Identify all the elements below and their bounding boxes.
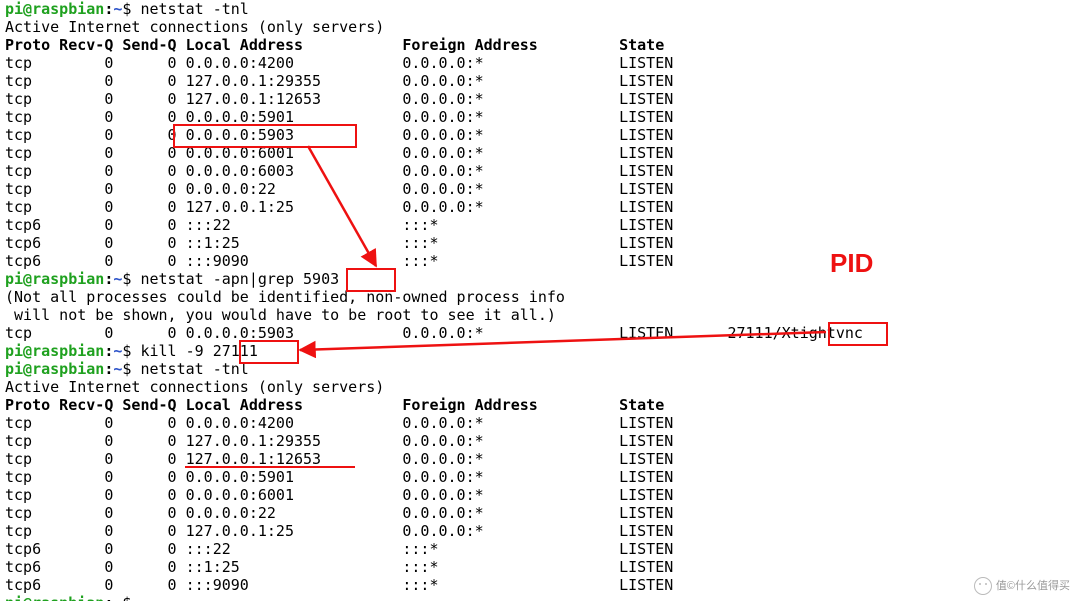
grep-result: tcp 0 0 0.0.0.0:5903 0.0.0.0:* LISTEN 27…	[5, 324, 1075, 342]
list1-r6: tcp 0 0 0.0.0.0:6003 0.0.0.0:* LISTEN	[5, 162, 1075, 180]
watermark-text: 值©什么值得买	[996, 577, 1070, 595]
list2-r1: tcp 0 0 127.0.0.1:29355 0.0.0.0:* LISTEN	[5, 432, 1075, 450]
list1-r4: tcp 0 0 0.0.0.0:5903 0.0.0.0:* LISTEN	[5, 126, 1075, 144]
list2-r7: tcp6 0 0 :::22 :::* LISTEN	[5, 540, 1075, 558]
cmd-netstat-1: netstat -tnl	[140, 0, 248, 18]
prompt-line-4[interactable]: pi@raspbian:~$ netstat -tnl	[5, 360, 1075, 378]
prompt-line-3[interactable]: pi@raspbian:~$ kill -9 27111	[5, 342, 1075, 360]
list1-r5: tcp 0 0 0.0.0.0:6001 0.0.0.0:* LISTEN	[5, 144, 1075, 162]
list1-r1: tcp 0 0 127.0.0.1:29355 0.0.0.0:* LISTEN	[5, 72, 1075, 90]
active-banner-2: Active Internet connections (only server…	[5, 378, 1075, 396]
list2-r2: tcp 0 0 127.0.0.1:12653 0.0.0.0:* LISTEN	[5, 450, 1075, 468]
list1-r10: tcp6 0 0 ::1:25 :::* LISTEN	[5, 234, 1075, 252]
list2-r9: tcp6 0 0 :::9090 :::* LISTEN	[5, 576, 1075, 594]
list2-r4: tcp 0 0 0.0.0.0:6001 0.0.0.0:* LISTEN	[5, 486, 1075, 504]
list2-r3: tcp 0 0 0.0.0.0:5901 0.0.0.0:* LISTEN	[5, 468, 1075, 486]
cols-header-2: Proto Recv-Q Send-Q Local Address Foreig…	[5, 396, 1075, 414]
list1-r0: tcp 0 0 0.0.0.0:4200 0.0.0.0:* LISTEN	[5, 54, 1075, 72]
pid-label: PID	[830, 254, 873, 272]
watermark-icon	[974, 577, 992, 595]
list1-r9: tcp6 0 0 :::22 :::* LISTEN	[5, 216, 1075, 234]
list1-r3: tcp 0 0 0.0.0.0:5901 0.0.0.0:* LISTEN	[5, 108, 1075, 126]
cmd-netstat-2: netstat -tnl	[140, 360, 248, 378]
list1-r2: tcp 0 0 127.0.0.1:12653 0.0.0.0:* LISTEN	[5, 90, 1075, 108]
grep-warn-2: will not be shown, you would have to be …	[5, 306, 1075, 324]
list2-r0: tcp 0 0 0.0.0.0:4200 0.0.0.0:* LISTEN	[5, 414, 1075, 432]
cmd-kill: kill -9 27111	[140, 342, 257, 360]
prompt-line-1[interactable]: pi@raspbian:~$ netstat -tnl	[5, 0, 1075, 18]
cols-header-1: Proto Recv-Q Send-Q Local Address Foreig…	[5, 36, 1075, 54]
list1-r8: tcp 0 0 127.0.0.1:25 0.0.0.0:* LISTEN	[5, 198, 1075, 216]
prompt-line-2[interactable]: pi@raspbian:~$ netstat -apn|grep 5903	[5, 270, 1075, 288]
active-banner-1: Active Internet connections (only server…	[5, 18, 1075, 36]
list2-r5: tcp 0 0 0.0.0.0:22 0.0.0.0:* LISTEN	[5, 504, 1075, 522]
terminal-window[interactable]: pi@raspbian:~$ netstat -tnl Active Inter…	[0, 0, 1080, 601]
list1-r7: tcp 0 0 0.0.0.0:22 0.0.0.0:* LISTEN	[5, 180, 1075, 198]
user-host: pi@raspbian	[5, 0, 104, 18]
list2-r6: tcp 0 0 127.0.0.1:25 0.0.0.0:* LISTEN	[5, 522, 1075, 540]
list2-r8: tcp6 0 0 ::1:25 :::* LISTEN	[5, 558, 1075, 576]
cmd-grep: netstat -apn|grep 5903	[140, 270, 339, 288]
list1-r11: tcp6 0 0 :::9090 :::* LISTEN	[5, 252, 1075, 270]
prompt-line-5[interactable]: pi@raspbian:~$	[5, 594, 1075, 601]
watermark: 值©什么值得买	[974, 577, 1070, 595]
grep-warn-1: (Not all processes could be identified, …	[5, 288, 1075, 306]
